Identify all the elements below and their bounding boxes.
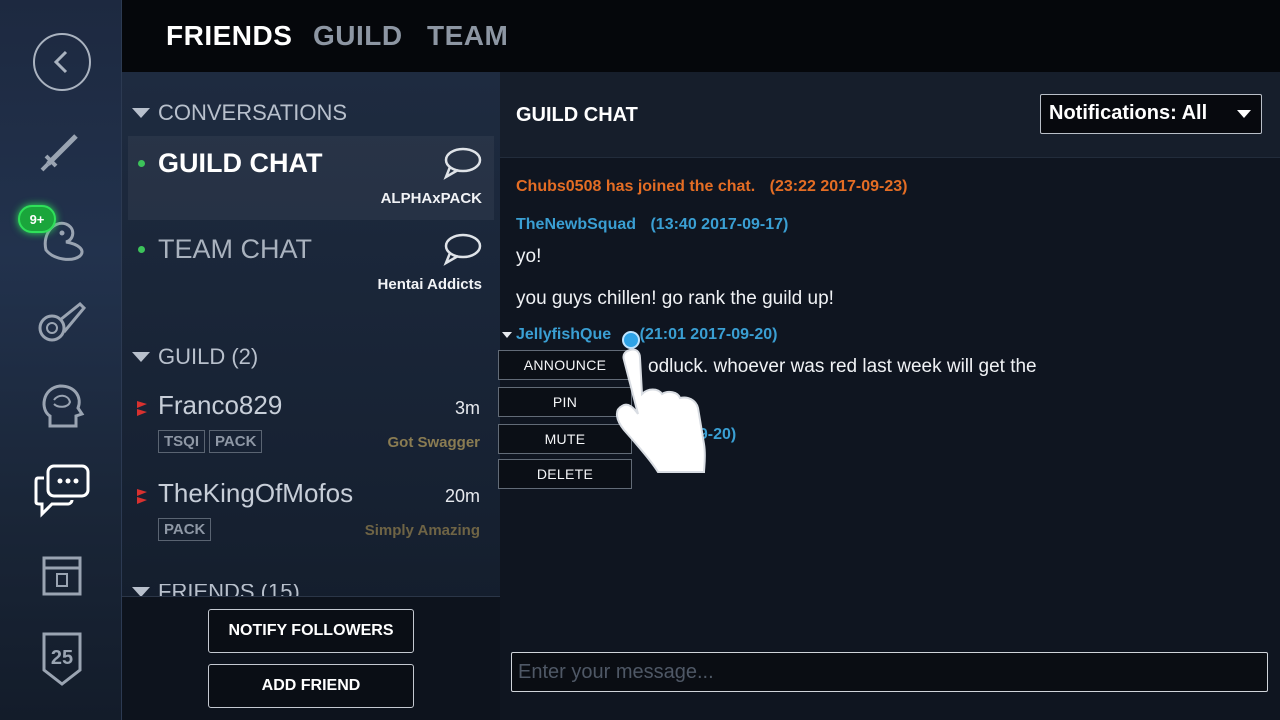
conversation-title: TEAM CHAT <box>158 234 312 264</box>
notify-followers-button[interactable]: NOTIFY FOLLOWERS <box>208 609 414 653</box>
tab-team[interactable]: TEAM <box>427 20 508 52</box>
guild-member-row[interactable]: Franco829 3m TSQI PACK Got Swagger <box>128 388 494 474</box>
collapse-triangle-icon <box>132 108 150 118</box>
pointing-hand-icon <box>616 348 706 473</box>
message-text: you guys chillen! go rank the guild up! <box>516 288 834 309</box>
guild-section-header[interactable]: GUILD (2) <box>132 344 258 370</box>
notifications-value: Notifications: All <box>1049 102 1208 124</box>
chat-title: GUILD CHAT <box>516 104 638 126</box>
conversation-team-chat[interactable]: TEAM CHAT Hentai Addicts <box>128 222 494 306</box>
nav-rail: 9+ 25 <box>0 0 122 720</box>
message-text: yo! <box>516 246 542 267</box>
system-message: Chubs0508 has joined the chat. (23:22 20… <box>516 178 908 196</box>
message-timestamp: (21:01 2017-09-20) <box>639 326 778 343</box>
expand-caret-icon <box>502 332 512 338</box>
back-arrow-icon <box>33 33 91 91</box>
tab-guild[interactable]: GUILD <box>313 20 403 52</box>
social-button[interactable] <box>30 458 94 522</box>
notification-badge: 9+ <box>18 205 56 233</box>
member-status: Simply Amazing <box>364 522 480 539</box>
member-name: Franco829 <box>158 390 283 420</box>
member-last-seen: 20m <box>444 486 480 506</box>
member-name: TheKingOfMofos <box>158 478 354 508</box>
profile-button[interactable] <box>30 374 94 438</box>
head-brain-icon <box>42 384 85 428</box>
red-flag-icon <box>137 489 147 504</box>
tab-friends[interactable]: FRIENDS <box>166 20 292 52</box>
online-dot-icon <box>138 246 145 253</box>
online-dot-icon <box>138 160 145 167</box>
heroes-button[interactable] <box>30 118 94 182</box>
guild-member-row[interactable]: TheKingOfMofos 20m PACK Simply Amazing <box>128 476 494 562</box>
member-tag: PACK <box>209 430 263 453</box>
dropdown-caret-icon <box>1237 110 1251 118</box>
friends-actions-bar: NOTIFY FOLLOWERS ADD FRIEND <box>122 596 500 720</box>
member-tag: PACK <box>158 518 212 541</box>
message-author-line: JellyfishQue (21:01 2017-09-20) <box>516 326 777 344</box>
message-timestamp: (13:40 2017-09-17) <box>650 216 789 233</box>
level-number: 25 <box>51 647 73 669</box>
member-tags: PACK <box>158 518 212 541</box>
member-tags: TSQI PACK <box>158 430 263 453</box>
system-timestamp: (23:22 2017-09-23) <box>769 178 908 195</box>
chat-bubble-icon <box>443 147 482 180</box>
guild-section-label: GUILD (2) <box>158 344 259 369</box>
message-author[interactable]: TheNewbSquad <box>516 216 636 233</box>
conversations-header[interactable]: CONVERSATIONS <box>132 100 347 126</box>
chat-bubbles-icon <box>34 464 90 518</box>
notifications-dropdown[interactable]: Notifications: All <box>1040 94 1262 134</box>
conversation-subtitle: Hentai Addicts <box>377 276 482 293</box>
member-status: Got Swagger <box>387 434 480 451</box>
conversation-guild-chat[interactable]: GUILD CHAT ALPHAxPACK <box>128 136 494 220</box>
red-flag-icon <box>137 401 147 416</box>
chest-icon <box>42 556 82 596</box>
horn-button[interactable] <box>30 290 94 354</box>
back-button[interactable] <box>30 30 94 94</box>
chest-button[interactable] <box>30 542 94 606</box>
message-input[interactable]: Enter your message... <box>511 652 1268 692</box>
message-author[interactable]: JellyfishQue <box>516 326 611 343</box>
add-friend-button[interactable]: ADD FRIEND <box>208 664 414 708</box>
sword-icon <box>40 134 78 172</box>
member-last-seen: 3m <box>454 398 480 418</box>
conversations-label: CONVERSATIONS <box>158 100 348 125</box>
conversation-title: GUILD CHAT <box>158 148 323 178</box>
collapse-triangle-icon <box>132 352 150 362</box>
level-button[interactable]: 25 <box>30 626 94 690</box>
system-text: Chubs0508 has joined the chat. <box>516 178 756 195</box>
top-tab-bar: FRIENDS GUILD TEAM <box>122 0 1280 72</box>
chat-bubble-icon <box>443 233 482 266</box>
chat-header: GUILD CHAT Notifications: All <box>500 72 1280 158</box>
message-author-line: TheNewbSquad (13:40 2017-09-17) <box>516 216 788 234</box>
conversation-subtitle: ALPHAxPACK <box>380 190 482 207</box>
member-tag: TSQI <box>158 430 206 453</box>
level-shield-icon: 25 <box>42 632 82 686</box>
horn-icon <box>38 301 87 342</box>
